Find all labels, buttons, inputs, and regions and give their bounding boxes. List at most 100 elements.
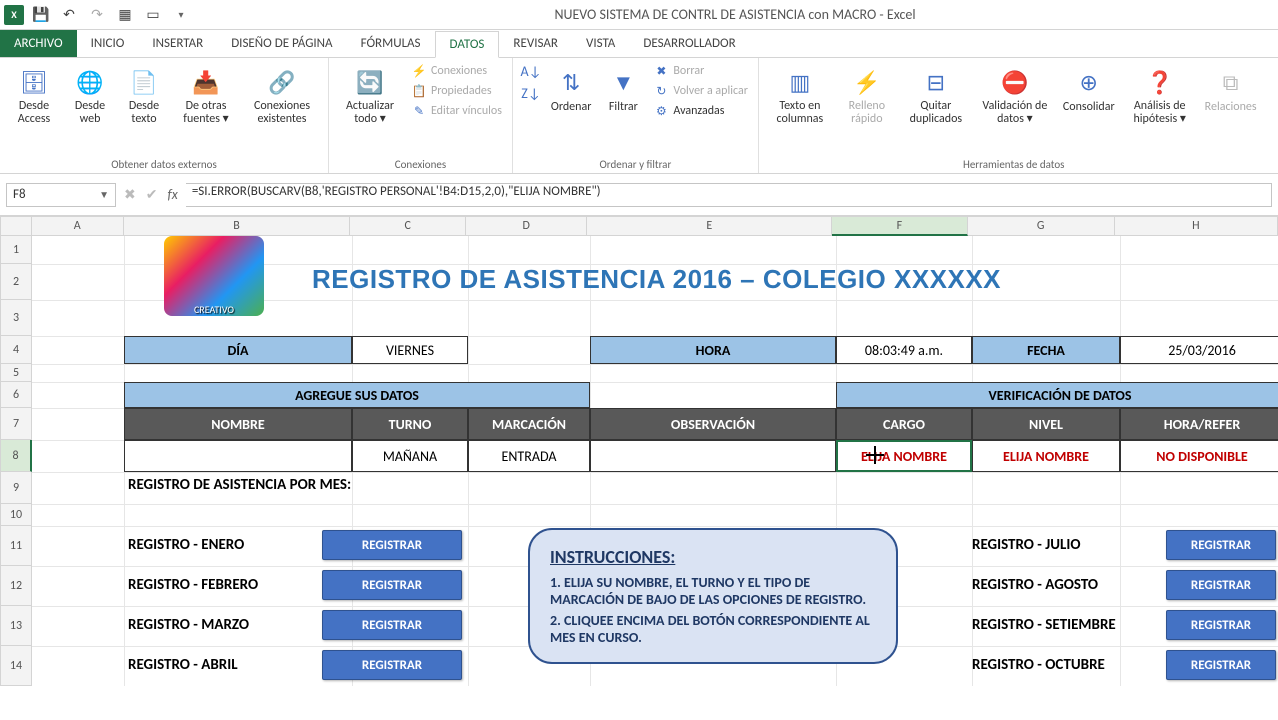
sort-button[interactable]: ⇅Ordenar — [547, 62, 595, 116]
registrar-button[interactable]: REGISTRAR — [1166, 530, 1276, 560]
from-access-button[interactable]: 🗄Desde Access — [8, 62, 60, 128]
row-header-4[interactable]: 4 — [0, 336, 32, 364]
from-text-button[interactable]: 📄Desde texto — [120, 62, 168, 128]
connections-button[interactable]: ⚡Conexiones — [409, 62, 504, 80]
undo-icon[interactable]: ↶ — [58, 4, 80, 26]
instructions-line-1: 1. ELIJA SU NOMBRE, EL TURNO Y EL TIPO D… — [550, 574, 876, 608]
row-header-7[interactable]: 7 — [0, 408, 32, 440]
from-other-label: De otras fuentes ▾ — [178, 100, 234, 126]
tab-developer[interactable]: DESARROLLADOR — [629, 30, 749, 57]
value-dia[interactable]: VIERNES — [352, 336, 468, 364]
tab-layout[interactable]: DISEÑO DE PÁGINA — [217, 30, 346, 57]
registrar-button[interactable]: REGISTRAR — [322, 650, 462, 680]
registrar-button[interactable]: REGISTRAR — [1166, 610, 1276, 640]
text-to-columns-button[interactable]: ▥Texto en columnas — [767, 62, 833, 128]
qat-item-icon[interactable]: ▦ — [114, 4, 136, 26]
refresh-all-button[interactable]: 🔄Actualizar todo ▾ — [337, 62, 403, 128]
cell-horarefer[interactable]: NO DISPONIBLE — [1120, 440, 1278, 472]
sort-az-button[interactable]: A↓ — [521, 62, 541, 80]
row-header-5[interactable]: 5 — [0, 364, 32, 382]
ribbon: 🗄Desde Access 🌐Desde web 📄Desde texto 📥D… — [0, 58, 1278, 174]
label-fecha: FECHA — [972, 336, 1120, 364]
row-header-2[interactable]: 2 — [0, 264, 32, 300]
text-icon: 📄 — [126, 64, 162, 100]
tab-review[interactable]: REVISAR — [499, 30, 572, 57]
cell-cargo-selected[interactable]: ELIJA NOMBRE — [836, 440, 972, 472]
row-header-3[interactable]: 3 — [0, 300, 32, 336]
input-observacion[interactable] — [590, 440, 836, 472]
registrar-button[interactable]: REGISTRAR — [322, 610, 462, 640]
filter-button[interactable]: ▼Filtrar — [601, 62, 645, 116]
cell-nivel[interactable]: ELIJA NOMBRE — [972, 440, 1120, 472]
input-marcacion[interactable]: ENTRADA — [468, 440, 590, 472]
row-header-10[interactable]: 10 — [0, 504, 32, 526]
row-header-9[interactable]: 9 — [0, 472, 32, 504]
data-validation-button[interactable]: ⛔Validación de datos ▾ — [977, 62, 1053, 128]
row-header-12[interactable]: 12 — [0, 566, 32, 606]
from-text-label: Desde texto — [124, 100, 164, 126]
remove-duplicates-button[interactable]: ⊟Quitar duplicados — [901, 62, 971, 128]
existing-conn-button[interactable]: 🔗Conexiones existentes — [244, 62, 320, 128]
tab-data[interactable]: DATOS — [435, 31, 500, 58]
column-header-a[interactable]: A — [32, 216, 124, 236]
consolidate-button[interactable]: ⊕Consolidar — [1059, 62, 1119, 116]
column-header-d[interactable]: D — [466, 216, 587, 236]
clear-label: Borrar — [673, 64, 704, 78]
fx-icon[interactable]: fx — [167, 186, 177, 203]
label-month-left: REGISTRO - ABRIL — [128, 656, 238, 674]
save-icon[interactable]: 💾 — [30, 4, 52, 26]
worksheet[interactable]: ABCDEFGH 1234567891011121314 CREATIVOREG… — [0, 216, 1278, 720]
formula-input[interactable]: =SI.ERROR(BUSCARV(B8,'REGISTRO PERSONAL'… — [186, 183, 1272, 207]
excel-icon[interactable]: X — [4, 5, 24, 25]
column-header-e[interactable]: E — [587, 216, 832, 236]
registrar-button[interactable]: REGISTRAR — [322, 530, 462, 560]
from-web-button[interactable]: 🌐Desde web — [66, 62, 114, 128]
select-all-corner[interactable] — [0, 216, 32, 236]
row-header-8[interactable]: 8 — [0, 440, 32, 472]
registrar-button[interactable]: REGISTRAR — [1166, 650, 1276, 680]
label-month-right: REGISTRO - AGOSTO — [972, 576, 1098, 594]
what-if-icon: ❓ — [1142, 64, 1178, 100]
row-header-14[interactable]: 14 — [0, 646, 32, 686]
registrar-button[interactable]: REGISTRAR — [322, 570, 462, 600]
reapply-label: Volver a aplicar — [673, 84, 747, 98]
clear-filter-button: ✖Borrar — [651, 62, 749, 80]
column-header-g[interactable]: G — [968, 216, 1115, 236]
name-box[interactable]: F8▼ — [6, 183, 116, 207]
column-header-c[interactable]: C — [350, 216, 465, 236]
tab-insert[interactable]: INSERTAR — [138, 30, 217, 57]
tab-view[interactable]: VISTA — [572, 30, 629, 57]
tab-formulas[interactable]: FÓRMULAS — [347, 30, 435, 57]
flash-fill-icon: ⚡ — [849, 64, 885, 100]
what-if-button[interactable]: ❓Análisis de hipótesis ▾ — [1125, 62, 1195, 128]
connections-icon: ⚡ — [411, 63, 427, 79]
row-header-13[interactable]: 13 — [0, 606, 32, 646]
label-cargo: CARGO — [836, 408, 972, 440]
column-header-h[interactable]: H — [1115, 216, 1278, 236]
column-header-f[interactable]: F — [832, 216, 967, 236]
sort-za-button[interactable]: Z↓ — [521, 84, 541, 102]
value-fecha[interactable]: 25/03/2016 — [1120, 336, 1278, 364]
row-header-11[interactable]: 11 — [0, 526, 32, 566]
redo-icon[interactable]: ↷ — [86, 4, 108, 26]
label-observacion: OBSERVACIÓN — [590, 408, 836, 440]
row-header-1[interactable]: 1 — [0, 236, 32, 264]
column-header-b[interactable]: B — [124, 216, 351, 236]
enter-icon[interactable]: ✔ — [146, 186, 158, 203]
chevron-down-icon[interactable]: ▼ — [99, 188, 109, 201]
label-hora: HORA — [590, 336, 836, 364]
cancel-icon[interactable]: ✖ — [124, 186, 136, 203]
advanced-button[interactable]: ⚙Avanzadas — [651, 102, 749, 120]
value-hora[interactable]: 08:03:49 a.m. — [836, 336, 972, 364]
row-header-6[interactable]: 6 — [0, 382, 32, 408]
new-doc-icon[interactable]: ▭ — [142, 4, 164, 26]
input-nombre[interactable] — [124, 440, 352, 472]
tab-home[interactable]: INICIO — [77, 30, 139, 57]
grid-area[interactable]: CREATIVOREGISTRO DE ASISTENCIA 2016 – CO… — [32, 236, 1278, 686]
input-turno[interactable]: MAÑANA — [352, 440, 468, 472]
ribbon-tabs: ARCHIVO INICIO INSERTAR DISEÑO DE PÁGINA… — [0, 30, 1278, 58]
qat-customize-icon[interactable]: ▾ — [170, 4, 192, 26]
from-other-button[interactable]: 📥De otras fuentes ▾ — [174, 62, 238, 128]
tab-file[interactable]: ARCHIVO — [0, 30, 77, 57]
registrar-button[interactable]: REGISTRAR — [1166, 570, 1276, 600]
